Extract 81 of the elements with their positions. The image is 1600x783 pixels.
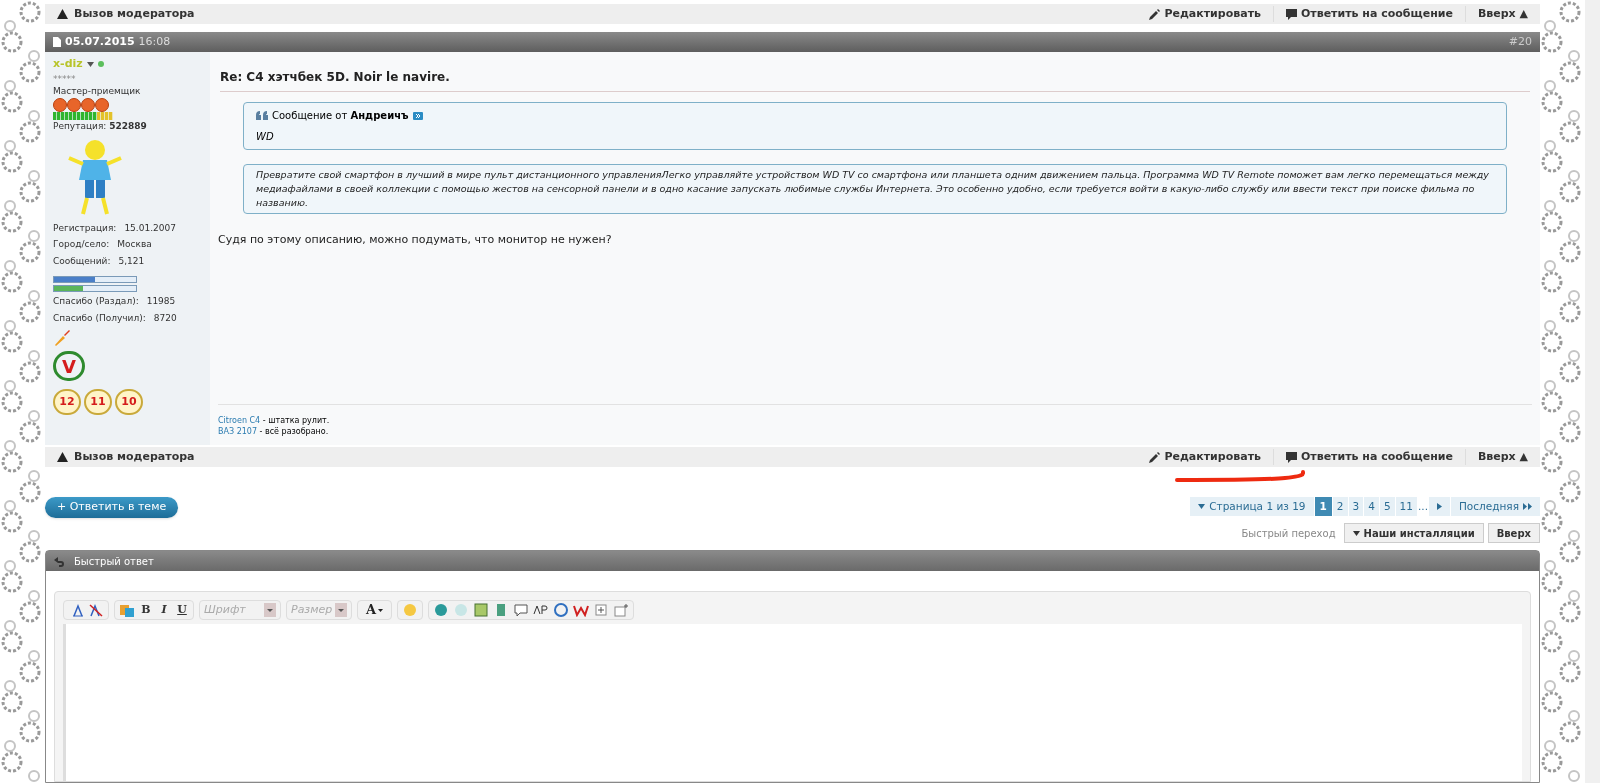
quote-icon xyxy=(256,111,268,120)
double-arrow-icon xyxy=(1523,503,1532,510)
page-dropdown[interactable]: Страница 1 из 19 xyxy=(1190,497,1314,516)
post-number: #20 xyxy=(1508,33,1532,50)
top-link[interactable]: Вверх ▲ xyxy=(1465,5,1528,23)
next-icon xyxy=(1436,503,1442,510)
signature-link[interactable]: Citroen C4 xyxy=(218,416,261,425)
thanks-value: 11985 xyxy=(146,295,176,308)
insert-block-icon[interactable] xyxy=(613,603,630,617)
post-text: Судя по этому описанию, можно подумать, что монитор не нужен? xyxy=(218,232,613,248)
pencil-icon xyxy=(1149,8,1161,20)
info-label: Регистрация: xyxy=(53,221,117,235)
page-link[interactable]: 2 xyxy=(1332,497,1348,516)
top-link[interactable]: Вверх ▲ xyxy=(1465,448,1528,466)
comment-icon[interactable] xyxy=(513,603,530,617)
page-link[interactable]: 5 xyxy=(1379,497,1395,516)
award-medal: 12 xyxy=(53,389,81,415)
reputation: Репутация: 522889 xyxy=(53,120,148,133)
page-link[interactable]: 11 xyxy=(1395,497,1417,516)
speech-bubble-icon xyxy=(1285,8,1297,20)
page-link[interactable]: 4 xyxy=(1364,497,1379,516)
bold-button[interactable]: B xyxy=(139,601,153,619)
caret-icon xyxy=(378,608,384,612)
underline-button[interactable]: U xyxy=(175,601,189,619)
info-label: Город/село: xyxy=(53,238,110,251)
top-button[interactable]: Вверх xyxy=(1487,523,1540,543)
image-icon[interactable] xyxy=(473,603,490,617)
post-time: 16:08 xyxy=(138,33,171,50)
last-page-link[interactable]: Последняя xyxy=(1450,497,1540,516)
expand-icon[interactable] xyxy=(593,603,610,617)
report-link[interactable]: Вызов модератора xyxy=(57,5,195,23)
page-link[interactable]: 3 xyxy=(1348,497,1364,516)
info-value: Москва xyxy=(117,238,152,251)
award-medal: 10 xyxy=(115,389,143,415)
next-page-button[interactable] xyxy=(1428,497,1450,516)
info-label: Сообщений: xyxy=(53,254,111,268)
reply-link[interactable]: Ответить на сообщение xyxy=(1273,5,1466,23)
edit-link[interactable]: Редактировать xyxy=(1149,448,1274,466)
paste-icon[interactable] xyxy=(119,603,135,617)
reputation-meter-icon xyxy=(53,112,113,120)
view-post-icon[interactable] xyxy=(412,111,423,120)
warning-icon xyxy=(57,9,68,19)
award-medal: 11 xyxy=(84,389,112,415)
info-value: 15.01.2007 xyxy=(124,221,176,235)
caret-icon xyxy=(1198,504,1206,509)
signature-link[interactable]: ВАЗ 2107 xyxy=(218,427,257,436)
signature-line: Citroen C4 - штатка рулит. xyxy=(218,415,331,426)
signature-line: ВАЗ 2107 - всё разобрано. xyxy=(218,426,330,437)
forum-dropdown[interactable]: Наши инсталляции xyxy=(1343,523,1484,543)
edit-link[interactable]: Редактировать xyxy=(1149,5,1274,23)
panel-title: Быстрый ответ xyxy=(74,554,154,569)
caret-icon xyxy=(1352,530,1360,536)
brush-icon xyxy=(53,329,71,347)
warning-icon xyxy=(57,452,68,462)
reply-thread-button[interactable]: + Ответить в теме xyxy=(45,497,179,518)
laurel-badge: V xyxy=(53,351,85,381)
undo-arrow-icon xyxy=(54,555,66,567)
pencil-icon xyxy=(1149,451,1161,463)
thanks-value: 8720 xyxy=(153,311,177,325)
rank-title: Мастер-приемщик xyxy=(53,84,142,98)
quote-text: WD xyxy=(256,130,275,144)
reply-link[interactable]: Ответить на сообщение xyxy=(1273,448,1466,466)
thanks-label: Спасибо (Получил): xyxy=(53,311,146,325)
post-title: Re: C4 хэтчбек 5D. Noir le navire. xyxy=(220,70,450,84)
ellipsis: ... xyxy=(1417,498,1428,514)
quote-header: Сообщение от Андреичъ xyxy=(272,109,409,123)
report-link[interactable]: Вызов модератора xyxy=(57,448,195,466)
post-date: 05.07.2015 xyxy=(65,33,135,50)
page-link[interactable]: 1 xyxy=(1314,497,1332,516)
caret-icon[interactable] xyxy=(86,61,94,67)
rank-badges-icon xyxy=(53,98,111,112)
thanks-label: Спасибо (Раздал): xyxy=(53,295,139,308)
italic-button[interactable]: I xyxy=(157,601,171,619)
wiki-icon[interactable] xyxy=(573,603,590,617)
speech-bubble-icon xyxy=(1285,451,1297,463)
info-value: 5,121 xyxy=(118,254,145,268)
rank-stars: ***** xyxy=(53,72,77,85)
quick-nav-label: Быстрый переход xyxy=(1241,526,1336,541)
document-icon xyxy=(53,37,61,47)
remove-format-icon[interactable] xyxy=(88,603,104,617)
quote-box: Превратите свой смартфон в лучший в мире пульт дистанционного управленияЛегко управляйте устройством WD TV со смартфона или планшета одним движением пальца. Программа WD TV Remote поможет вам легко перемещаться между медиафайлами в своей коллекции с помощью жестов на сенсорной панели и в одно касание запускать любимые службы Интернета. Это особенно удобно, если требуется войти в какую-либо службу или ввести текст при поиске фильма по названию. xyxy=(243,164,1507,214)
